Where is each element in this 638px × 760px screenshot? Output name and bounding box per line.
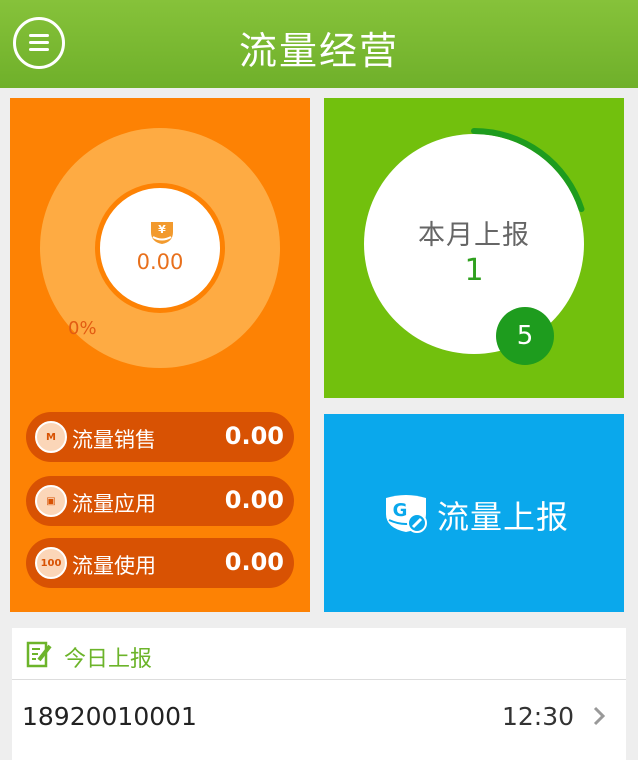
stat-value: 0.00 (224, 486, 284, 514)
m-badge-icon: M (35, 421, 67, 453)
monthly-report-panel[interactable]: 本月上报 1 5 (324, 98, 624, 398)
progress-percent: 0% (68, 318, 97, 339)
chevron-right-icon (593, 706, 606, 726)
today-report-section: 今日上报 18920010001 12:30 (12, 628, 626, 760)
stat-label: 流量使用 (72, 554, 156, 578)
stat-value: 0.00 (224, 422, 284, 450)
yen-coin-icon: ¥ (151, 222, 173, 244)
amount-value: 0.00 (136, 250, 184, 274)
monthly-report-count: 1 (464, 253, 484, 288)
svg-text:G: G (393, 500, 408, 521)
svg-text:¥: ¥ (158, 223, 166, 236)
today-report-title: 今日上报 (64, 647, 153, 672)
stat-row-application[interactable]: ▣ 流量应用 0.00 (26, 476, 294, 526)
coin-100-icon: 100 (35, 547, 67, 579)
stat-row-usage[interactable]: 100 流量使用 0.00 (26, 538, 294, 588)
monthly-report-label: 本月上报 (418, 220, 530, 251)
card-icon: ▣ (35, 485, 67, 517)
stat-label: 流量应用 (72, 492, 156, 516)
g-edit-icon: G (386, 495, 427, 533)
report-time: 12:30 (501, 702, 574, 731)
today-report-row[interactable]: 18920010001 12:30 (12, 694, 626, 744)
amount-circle: ¥ 0.00 (95, 183, 225, 313)
report-phone: 18920010001 (22, 702, 197, 731)
stat-row-sales[interactable]: M 流量销售 0.00 (26, 412, 294, 462)
monthly-target-badge: 5 (496, 307, 554, 365)
page-title: 流量经营 (238, 29, 399, 73)
stat-label: 流量销售 (72, 428, 156, 452)
flow-summary-panel: ¥ 0.00 0% M 流量销售 0.00 ▣ 流量应用 0.00 100 流量… (10, 98, 310, 612)
app-header: 流量经营 (0, 0, 638, 88)
report-flow-button[interactable]: G 流量上报 (324, 414, 624, 612)
stat-value: 0.00 (224, 548, 284, 576)
edit-note-icon (26, 641, 52, 668)
report-flow-label: 流量上报 (437, 498, 570, 536)
today-report-header: 今日上报 (12, 628, 626, 680)
